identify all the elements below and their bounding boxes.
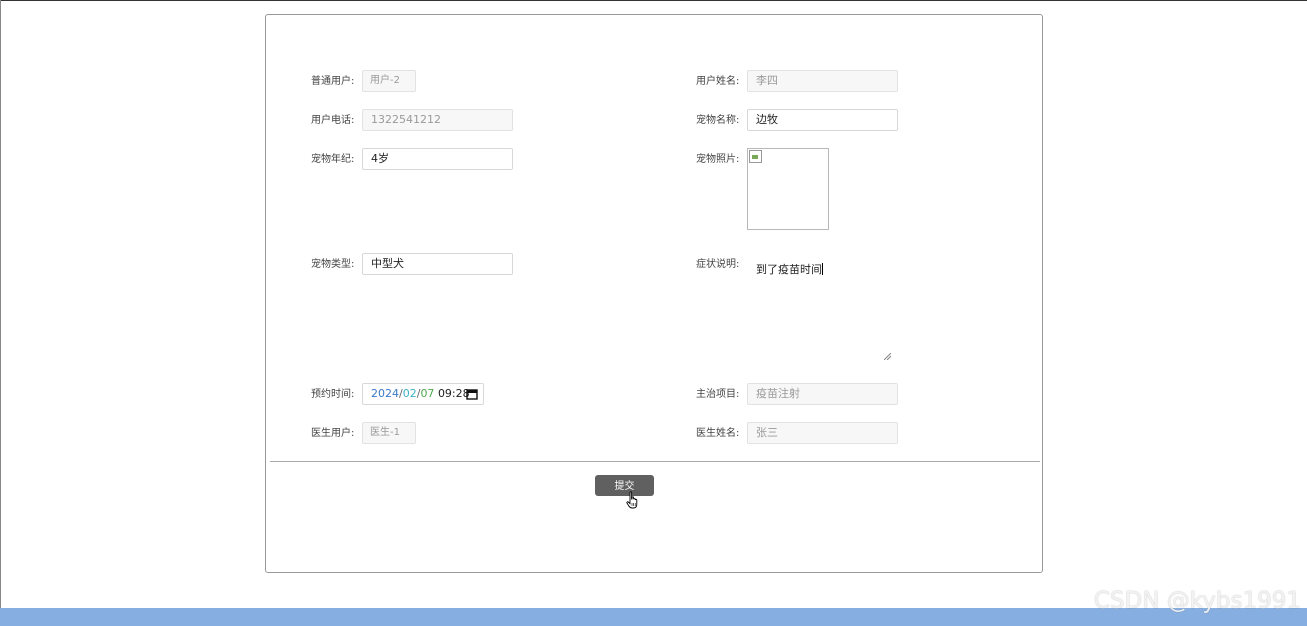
project-field[interactable]: 疫苗注射 [747, 383, 898, 405]
project-label: 主治项目: [696, 389, 740, 400]
broken-image-icon [749, 150, 762, 163]
date-time: 09:28 [437, 387, 470, 400]
symptom-label: 症状说明: [696, 259, 740, 270]
user-label: 普通用户: [311, 76, 355, 87]
date-year: 2024 [371, 387, 399, 400]
pet-name-field[interactable]: 边牧 [747, 109, 898, 131]
user-name-field[interactable]: 李四 [747, 70, 898, 92]
left-rule [0, 0, 1, 608]
date-day: 07 [420, 387, 435, 400]
text-caret [822, 263, 823, 275]
pet-name-label: 宠物名称: [696, 115, 740, 126]
top-rule [0, 0, 1307, 1]
user-name-label: 用户姓名: [696, 76, 740, 87]
user-field[interactable]: 用户-2 [362, 70, 416, 92]
symptom-textarea[interactable]: 到了疫苗时间 [747, 257, 893, 362]
pet-photo-label: 宠物照片: [696, 154, 740, 165]
appointment-time-label: 预约时间: [311, 389, 355, 400]
phone-label: 用户电话: [311, 115, 355, 126]
pet-photo[interactable] [747, 148, 829, 230]
pet-age-label: 宠物年纪: [311, 154, 355, 165]
pet-age-field[interactable]: 4岁 [362, 148, 513, 170]
form-divider [270, 461, 1040, 462]
doctor-user-field[interactable]: 医生-1 [362, 422, 416, 444]
phone-field[interactable]: 1322541212 [362, 109, 513, 131]
appointment-datetime-input[interactable]: 2024/02/07 09:28 [362, 383, 484, 405]
doctor-user-label: 医生用户: [311, 428, 355, 439]
doctor-name-field[interactable]: 张三 [747, 422, 898, 444]
resize-handle-icon[interactable] [884, 353, 891, 360]
appointment-form: 普通用户: 用户-2 用户姓名: 李四 用户电话: 1322541212 宠物名… [265, 14, 1043, 573]
symptom-text: 到了疫苗时间 [756, 263, 822, 276]
pet-type-label: 宠物类型: [311, 259, 355, 270]
hand-pointer-icon [626, 491, 638, 509]
pet-type-field[interactable]: 中型犬 [362, 253, 513, 275]
submit-button[interactable]: 提交 [595, 475, 654, 496]
calendar-icon[interactable] [466, 388, 478, 400]
doctor-name-label: 医生姓名: [696, 428, 740, 439]
date-month: 02 [402, 387, 417, 400]
watermark: CSDN @kybs1991 [1093, 588, 1301, 614]
